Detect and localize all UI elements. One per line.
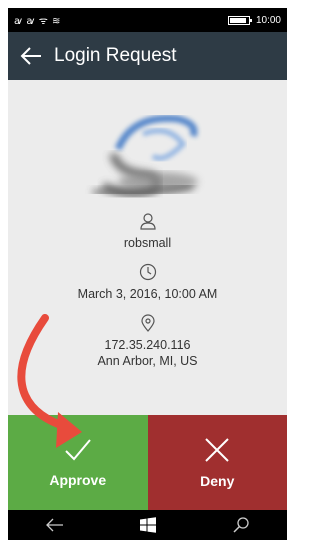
battery-icon [227,15,252,25]
action-bar: Approve Deny [8,415,287,510]
app-logo [92,114,198,198]
back-button[interactable] [18,43,44,69]
phone-screen: ꜹ ꜹ ᯤ ≋ 10:00 Login Request robsmall Mar… [8,8,287,540]
search-icon [232,517,249,533]
username: robsmall [123,236,172,250]
status-bar: ꜹ ꜹ ᯤ ≋ 10:00 [8,8,287,32]
status-time: 10:00 [255,14,281,26]
login-datetime: March 3, 2016, 10:00 AM [77,287,218,301]
app-header: Login Request [8,32,287,80]
nav-search-button[interactable] [221,510,261,540]
windows-icon [139,517,156,533]
checkmark-icon [65,438,91,460]
status-icons: ꜹ ꜹ ᯤ ≋ [14,16,61,27]
user-icon [139,213,156,230]
back-arrow-icon [20,47,41,65]
location-pin-icon [140,314,155,332]
x-icon [205,437,229,462]
approve-button[interactable]: Approve [8,415,148,510]
back-icon [45,518,63,532]
clock-icon [139,263,156,281]
nav-start-button[interactable] [128,510,168,540]
deny-button[interactable]: Deny [147,415,287,510]
location-text: Ann Arbor, MI, US [97,354,198,368]
page-title: Login Request [54,45,177,66]
ip-address: 172.35.240.116 [104,338,191,352]
navigation-bar [8,510,287,540]
login-details: robsmall March 3, 2016, 10:00 AM 172.35.… [8,80,287,415]
approve-label: Approve [49,471,107,488]
deny-label: Deny [200,472,235,489]
nav-back-button[interactable] [35,510,75,540]
